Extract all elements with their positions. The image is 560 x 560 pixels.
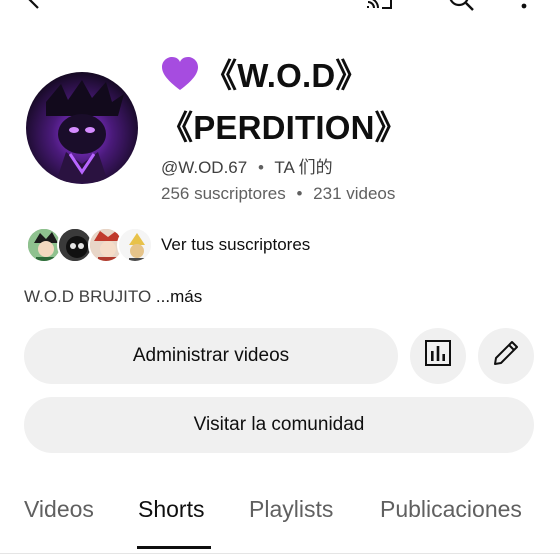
tab-playlists[interactable]: Playlists xyxy=(249,496,333,523)
tabs-divider xyxy=(0,553,560,554)
subscriber-avatar xyxy=(117,227,153,263)
edit-pencil-icon xyxy=(491,338,521,374)
see-subscribers-link[interactable]: Ver tus suscriptores xyxy=(161,235,310,255)
manage-videos-label: Administrar videos xyxy=(132,345,290,366)
channel-title-line1: 《W.O.D》 xyxy=(204,57,369,94)
channel-avatar[interactable] xyxy=(26,72,138,184)
more-vert-icon[interactable] xyxy=(518,0,530,17)
tab-videos[interactable]: Videos xyxy=(24,496,94,523)
subscriber-count: 256 suscriptores xyxy=(161,184,286,203)
channel-title: 《W.O.D》 《PERDITION》 xyxy=(160,52,540,151)
visit-community-button[interactable]: Visitar la comunidad xyxy=(24,397,534,453)
ta-label[interactable]: TA 们的 xyxy=(274,158,332,177)
subscriber-avatars[interactable] xyxy=(26,227,153,265)
search-icon[interactable] xyxy=(446,0,476,17)
channel-handle: @W.OD.67 xyxy=(161,158,248,177)
cast-icon[interactable] xyxy=(364,0,394,17)
channel-title-line2: 《PERDITION》 xyxy=(160,109,408,146)
channel-description[interactable]: W.O.D BRUJITO ...más xyxy=(24,287,202,307)
analytics-button[interactable] xyxy=(410,328,466,384)
channel-tabs: Videos Shorts Playlists Publicaciones xyxy=(0,496,560,550)
top-app-bar xyxy=(0,0,560,12)
channel-handle-row: @W.OD.67 • TA 们的 xyxy=(161,153,333,178)
analytics-icon xyxy=(424,339,452,373)
more-link[interactable]: ...más xyxy=(156,287,202,306)
video-count: 231 videos xyxy=(313,184,396,203)
active-tab-indicator xyxy=(137,546,211,549)
edit-channel-button[interactable] xyxy=(478,328,534,384)
manage-videos-button[interactable]: Administrar videos xyxy=(24,328,398,384)
separator-dot: • xyxy=(296,184,303,203)
purple-heart-icon xyxy=(160,56,200,104)
tab-publicaciones[interactable]: Publicaciones xyxy=(380,496,522,523)
channel-stats: 256 suscriptores • 231 videos xyxy=(161,184,395,204)
back-icon[interactable] xyxy=(22,0,46,17)
description-text: W.O.D BRUJITO xyxy=(24,287,156,306)
tab-shorts[interactable]: Shorts xyxy=(138,496,204,523)
separator-dot: • xyxy=(257,158,264,177)
visit-community-label: Visitar la comunidad xyxy=(193,414,365,435)
